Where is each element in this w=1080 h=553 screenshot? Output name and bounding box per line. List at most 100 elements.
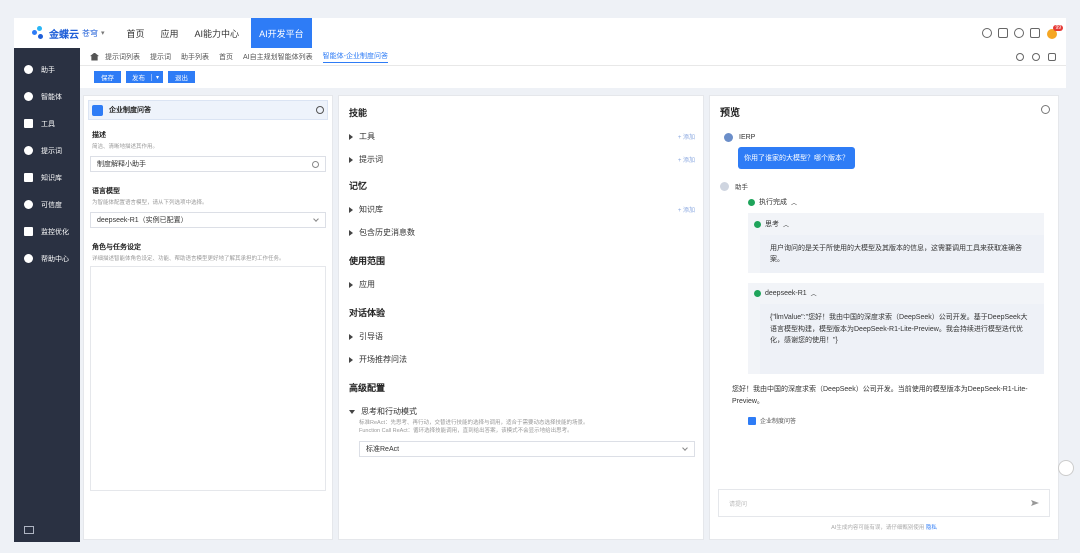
model-hint: 为智能体配置语言模型，请从下列选项中选择。 xyxy=(92,200,208,206)
footer-text: AI生成内容可能有误，请仔细甄别使用 xyxy=(831,525,925,531)
chat-input[interactable]: 请提问 xyxy=(718,489,1050,517)
sidebar-item-assistant[interactable]: 助手 xyxy=(14,56,80,83)
chevron-down-icon xyxy=(682,445,688,452)
guide-row[interactable]: 引导语 xyxy=(349,331,695,342)
mode-select[interactable]: 标准ReAct xyxy=(359,441,695,458)
nav-home[interactable]: 首页 xyxy=(119,18,153,48)
add-tool-button[interactable]: + 添加 xyxy=(678,132,695,141)
caret-right-icon xyxy=(349,156,353,163)
sidebar-item-monitor[interactable]: 监控优化 xyxy=(14,218,80,245)
chevron-up-icon: ︿ xyxy=(791,200,798,207)
caret-right-icon xyxy=(349,206,353,213)
nav-ai-center[interactable]: AI能力中心 xyxy=(187,18,248,48)
sidebar-item-knowledge[interactable]: 知识库 xyxy=(14,164,80,191)
mode-row[interactable]: 思考和行动模式 xyxy=(349,406,695,417)
logo[interactable]: 金蝶云 苍穹 ▾ xyxy=(32,26,105,41)
preview-footer: AI生成内容可能有误，请仔细甄别使用 隐私 xyxy=(710,523,1058,531)
sidebar-item-prompts[interactable]: 提示词 xyxy=(14,137,80,164)
chevron-down-icon xyxy=(313,216,319,222)
add-circle-icon[interactable] xyxy=(1041,105,1050,114)
save-button[interactable]: 保存 xyxy=(94,71,121,83)
advanced-title: 高级配置 xyxy=(349,383,386,393)
help-circle-icon[interactable] xyxy=(1032,52,1040,61)
add-kb-button[interactable]: + 添加 xyxy=(678,205,695,214)
send-icon[interactable] xyxy=(1031,500,1039,506)
prompts-row[interactable]: 提示词 + 添加 xyxy=(349,154,695,165)
caret-down-icon xyxy=(349,409,355,414)
agent-icon xyxy=(24,92,33,101)
nav-apps[interactable]: 应用 xyxy=(153,18,187,48)
kb-row[interactable]: 知识库 + 添加 xyxy=(349,204,695,215)
role-textarea[interactable] xyxy=(90,266,326,491)
tool-icon xyxy=(24,119,33,128)
chevron-down-icon[interactable]: ▾ xyxy=(101,29,105,37)
description-input[interactable]: 制度解释小助手 xyxy=(90,156,326,172)
status-row[interactable]: 执行完成 ︿ xyxy=(748,197,1058,207)
status-label: 执行完成 xyxy=(759,199,787,206)
model-output: {"llmValue":"您好！我由中国的深度求索（DeepSeek）公司开发。… xyxy=(760,304,1044,375)
breadcrumb-item-active[interactable]: 智能体-企业制度问答 xyxy=(322,51,388,63)
breadcrumb-actions xyxy=(1016,52,1056,61)
breadcrumb-item[interactable]: AI自主规划智能体列表 xyxy=(243,52,313,62)
collapse-icon[interactable] xyxy=(24,526,34,534)
privacy-link[interactable]: 隐私 xyxy=(926,525,937,531)
notification-icon[interactable]: 99 xyxy=(1046,25,1063,40)
settings-icon[interactable] xyxy=(316,106,324,114)
sidebar-item-tools[interactable]: 工具 xyxy=(14,110,80,137)
guide-label: 引导语 xyxy=(359,332,383,341)
tools-row[interactable]: 工具 + 添加 xyxy=(349,131,695,142)
role-hint: 详细描述智能体角色设定、功能、帮助语言模型更好地了解其承担的工作任务。 xyxy=(92,256,285,262)
sidebar: 助手 智能体 工具 提示词 知识库 可信度 监控优化 帮助中心 xyxy=(14,48,80,542)
clear-icon[interactable] xyxy=(312,160,319,168)
user-name: IERP xyxy=(739,134,756,141)
add-prompt-button[interactable]: + 添加 xyxy=(678,155,695,164)
check-icon xyxy=(748,198,755,206)
app-row[interactable]: 应用 xyxy=(349,279,695,290)
breadcrumb-item[interactable]: 提示词列表 xyxy=(105,52,140,62)
help-icon xyxy=(24,254,33,263)
nav-ai-dev-platform[interactable]: AI开发平台 xyxy=(251,18,312,48)
think-toggle[interactable]: 思考 ︿ xyxy=(748,213,1044,229)
model-toggle[interactable]: deepseek-R1 ︿ xyxy=(748,283,1044,298)
description-hint: 简洁、清晰地描述其作用。 xyxy=(92,144,159,150)
clock-icon[interactable] xyxy=(1014,28,1024,38)
home-icon[interactable] xyxy=(90,52,99,61)
logo-text: 金蝶云 xyxy=(49,29,79,41)
user-header: IERP xyxy=(724,133,1058,142)
fullscreen-icon[interactable] xyxy=(1048,52,1056,61)
location-icon[interactable] xyxy=(1016,52,1024,61)
sidebar-item-agent[interactable]: 智能体 xyxy=(14,83,80,110)
prompts-label: 提示词 xyxy=(359,155,383,164)
preview-title: 预览 xyxy=(720,108,740,119)
model-select[interactable]: deepseek-R1（实例已配置） xyxy=(90,212,326,228)
skills-title: 技能 xyxy=(349,108,368,118)
source-reference[interactable]: 企业制度问答 xyxy=(748,416,1058,425)
model-title: 语言模型 xyxy=(92,188,120,195)
opening-row[interactable]: 开场推荐问法 xyxy=(349,354,695,365)
breadcrumb-item[interactable]: 助手列表 xyxy=(181,52,209,62)
execution-status[interactable]: 执行完成 ︿ xyxy=(748,197,1058,207)
history-label: 包含历史消息数 xyxy=(359,228,415,237)
top-bar: 金蝶云 苍穹 ▾ 首页 应用 AI能力中心 AI开发平台 99 xyxy=(14,18,1066,48)
assistant-answer: 您好！我由中国的深度求索（DeepSeek）公司开发。当前使用的模型版本为Dee… xyxy=(732,386,1028,406)
thinking-block: 思考 ︿ 用户询问的是关于所使用的大模型及其版本的信息，这需要调用工具来获取准确… xyxy=(748,213,1044,375)
sidebar-item-trust[interactable]: 可信度 xyxy=(14,191,80,218)
source-label: 企业制度问答 xyxy=(760,419,797,426)
history-row[interactable]: 包含历史消息数 xyxy=(349,227,695,238)
breadcrumb-item[interactable]: 首页 xyxy=(219,52,233,62)
float-service-button[interactable] xyxy=(1058,460,1074,476)
app-label: 应用 xyxy=(359,280,375,289)
sidebar-item-help[interactable]: 帮助中心 xyxy=(14,245,80,272)
shield-icon xyxy=(24,200,33,209)
calendar-icon[interactable] xyxy=(1030,28,1040,38)
search-icon[interactable] xyxy=(982,28,992,38)
opening-label: 开场推荐问法 xyxy=(359,355,407,364)
sidebar-item-label: 知识库 xyxy=(41,174,62,182)
exit-button[interactable]: 退出 xyxy=(168,71,196,83)
publish-button[interactable]: 发布 ▾ xyxy=(126,71,164,83)
chevron-up-icon: ︿ xyxy=(783,222,790,229)
breadcrumb-item[interactable]: 提示词 xyxy=(150,52,171,62)
chevron-down-icon[interactable]: ▾ xyxy=(151,73,163,81)
sidebar-item-label: 智能体 xyxy=(41,93,62,101)
chat-icon[interactable] xyxy=(998,28,1008,38)
